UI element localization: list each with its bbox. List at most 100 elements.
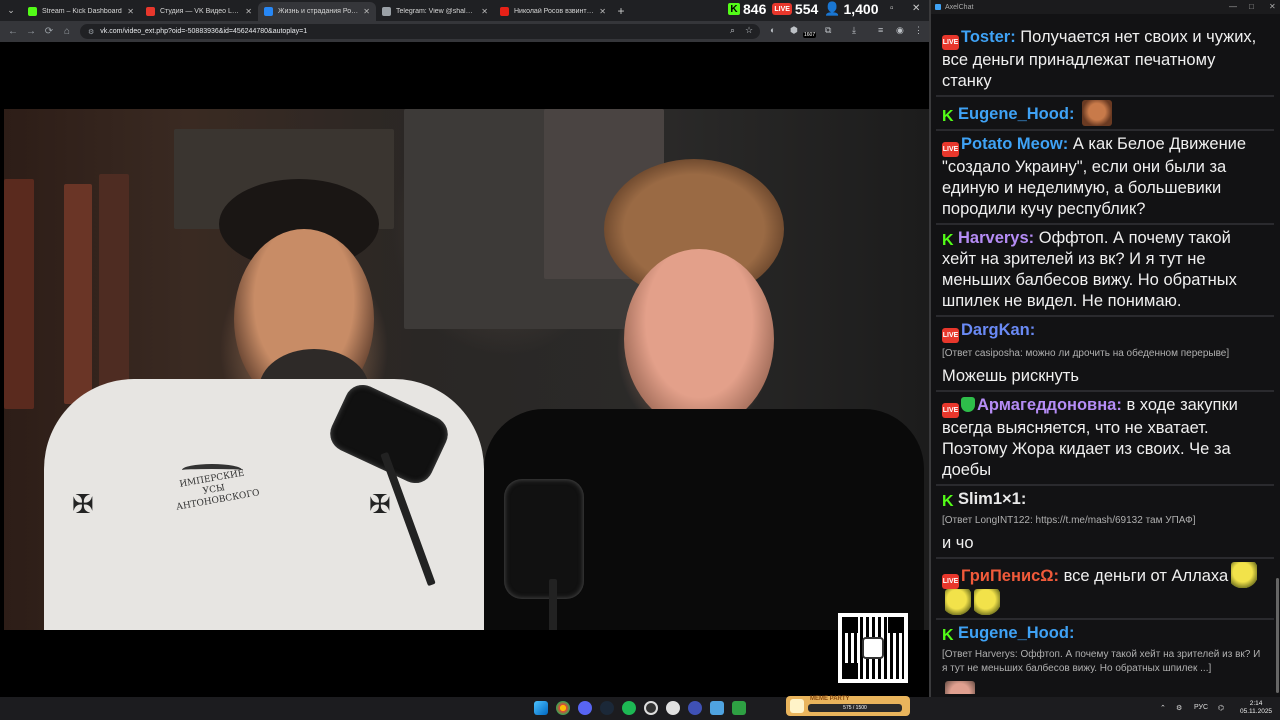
tab-favicon-icon xyxy=(500,7,509,16)
app-icon[interactable] xyxy=(732,701,746,715)
site-info-icon[interactable]: ⚙ xyxy=(88,28,94,36)
video-player[interactable]: ИМПЕРСКИЕ УСЫ АНТОНОВСКОГО ✠ ✠ xyxy=(4,109,929,630)
tab-close-icon[interactable]: ✕ xyxy=(481,7,488,16)
chat-message: LIVE Potato Meow: А как Белое Движение "с… xyxy=(936,131,1274,225)
reply-quote: [Ответ casiposha: можно ли дрочить на об… xyxy=(942,348,1230,359)
chat-username[interactable]: Eugene_Hood xyxy=(958,105,1069,123)
tray-chevron-icon[interactable]: ⌃ xyxy=(1160,704,1166,712)
chat-username[interactable]: Eugene_Hood xyxy=(958,624,1069,642)
chat-username[interactable]: DargKan xyxy=(961,321,1030,339)
book xyxy=(99,174,129,404)
eagle-emblem-icon: ✠ xyxy=(72,489,94,519)
chat-message: LIVE DargKan: [Ответ casiposha: можно ли … xyxy=(936,317,1274,392)
chat-message-text: Можешь рискнуть xyxy=(942,367,1079,385)
maximize-icon[interactable]: □ xyxy=(1249,2,1254,11)
clock-time: 2:14 xyxy=(1249,700,1263,707)
new-tab-button[interactable]: + xyxy=(612,4,630,18)
tab-title: Stream – Kick Dashboard xyxy=(42,8,122,15)
chat-message-list[interactable]: LIVE Toster: Получается нет своих и чужих… xyxy=(936,24,1274,694)
browser-tab[interactable]: Telegram: View @shalnyak ✕ xyxy=(376,2,494,21)
clock[interactable]: 2:14 05.11.2025 xyxy=(1240,700,1272,716)
minimize-icon[interactable]: ▫ xyxy=(890,3,894,14)
adblock-icon[interactable]: ⬢ xyxy=(790,25,798,36)
tab-close-icon[interactable]: ✕ xyxy=(363,7,370,16)
chat-username[interactable]: Harverys xyxy=(958,229,1029,247)
steam-icon[interactable] xyxy=(600,701,614,715)
browser-tab[interactable]: Жизнь и страдания Роман… ✕ xyxy=(258,2,376,21)
search-icon[interactable]: ⌕ xyxy=(730,25,735,36)
avatar-emote-icon xyxy=(945,681,975,694)
close-icon[interactable]: ✕ xyxy=(912,3,920,14)
tab-close-icon[interactable]: ✕ xyxy=(245,7,252,16)
reply-quote: [Ответ Harverys: Оффтоп. А почему такой … xyxy=(942,649,1261,674)
chat-username[interactable]: Slim1×1 xyxy=(958,490,1021,508)
tab-close-icon[interactable]: ✕ xyxy=(127,7,134,16)
reload-icon[interactable]: ⟳ xyxy=(40,26,58,37)
media-controls-icon[interactable]: ≡ xyxy=(878,25,883,35)
total-viewers: 👤 1,400 xyxy=(824,1,878,17)
chat-username[interactable]: Toster xyxy=(961,28,1010,46)
browser-tab[interactable]: Николай Росов взвинтит дома… ✕ xyxy=(494,2,612,21)
vk-platform-icon: LIVE xyxy=(942,328,959,343)
network-icon[interactable]: ⌬ xyxy=(1218,704,1224,712)
minimize-icon[interactable]: — xyxy=(1229,2,1237,11)
url-field[interactable]: ⚙ vk.com/video_ext.php?oid=-50883936&id=… xyxy=(80,24,760,39)
download-icon[interactable]: ⤓ xyxy=(852,25,856,36)
taskbar: ⌃ ⚙ РУС ⌬ 2:14 05.11.2025 xyxy=(0,697,1280,720)
username-separator: : xyxy=(1053,567,1064,585)
tab-title: Студия — VK Видео Live xyxy=(160,8,241,15)
extensions-puzzle-icon[interactable]: ⧉ xyxy=(825,25,831,36)
browser-tab[interactable]: Stream – Kick Dashboard ✕ xyxy=(22,2,140,21)
kick-icon: K xyxy=(728,3,740,15)
back-icon[interactable]: ← xyxy=(4,26,22,37)
chrome-icon[interactable] xyxy=(556,701,570,715)
discord-icon[interactable] xyxy=(578,701,592,715)
qr-code xyxy=(838,613,908,683)
extension-icon[interactable]: ◐ xyxy=(770,25,775,35)
spotify-icon[interactable] xyxy=(622,701,636,715)
meme-party-widget[interactable]: MEME PARTY 575 / 1500 xyxy=(786,696,910,716)
chat-username[interactable]: Армагеддоновна xyxy=(977,396,1116,414)
profile-icon[interactable]: ◉ xyxy=(896,25,904,36)
yellow-emote-icon xyxy=(945,589,971,615)
username-separator: : xyxy=(1010,28,1021,46)
browser-tab[interactable]: Студия — VK Видео Live ✕ xyxy=(140,2,258,21)
tab-title: Telegram: View @shalnyak xyxy=(396,8,477,15)
kick-platform-icon: K xyxy=(942,108,954,125)
tab-search-menu[interactable]: ⌄ xyxy=(0,0,22,21)
app-icon[interactable] xyxy=(666,701,680,715)
vk-viewer-count: 554 xyxy=(794,1,819,17)
chat-message: K Eugene_Hood: xyxy=(936,97,1274,131)
chat-message: LIVE ГриПенисΩ: все деньги от Аллаха xyxy=(936,559,1274,620)
stream-stats: K 846 LIVE 554 👤 1,400 xyxy=(728,0,879,18)
app-icon xyxy=(935,4,941,10)
vk-platform-icon: LIVE xyxy=(942,35,959,50)
tray-app-icon[interactable]: ⚙ xyxy=(1176,704,1182,712)
tab-favicon-icon xyxy=(146,7,155,16)
app-icon[interactable] xyxy=(688,701,702,715)
vk-live-icon: LIVE xyxy=(772,3,792,15)
clock-date: 05.11.2025 xyxy=(1240,708,1273,715)
tab-close-icon[interactable]: ✕ xyxy=(599,7,606,16)
username-separator: : xyxy=(1029,321,1036,339)
obs-icon[interactable] xyxy=(644,701,658,715)
book xyxy=(64,184,92,404)
yellow-emote-icon xyxy=(974,589,1000,615)
chat-message-text: и чо xyxy=(942,534,974,552)
language-indicator[interactable]: РУС xyxy=(1194,704,1208,711)
bookmark-star-icon[interactable]: ☆ xyxy=(745,25,753,36)
kick-viewers: K 846 xyxy=(728,1,766,17)
chat-scrollbar[interactable] xyxy=(1276,578,1279,693)
chat-username[interactable]: Potato Meow xyxy=(961,135,1063,153)
home-icon[interactable]: ⌂ xyxy=(58,26,76,37)
chat-username[interactable]: ГриПенисΩ xyxy=(961,567,1054,585)
kick-viewer-count: 846 xyxy=(743,1,767,17)
chat-message-text: все деньги от Аллаха xyxy=(1063,567,1229,585)
close-icon[interactable]: ✕ xyxy=(1269,2,1276,11)
start-icon[interactable] xyxy=(534,701,548,715)
forward-icon[interactable]: → xyxy=(22,26,40,37)
telegram-icon[interactable] xyxy=(710,701,724,715)
menu-icon[interactable]: ⋮ xyxy=(914,25,923,36)
chat-message: LIVE Армагеддоновна: в ходе закупки всегд… xyxy=(936,392,1274,486)
chat-titlebar: AxelChat xyxy=(931,0,1280,14)
